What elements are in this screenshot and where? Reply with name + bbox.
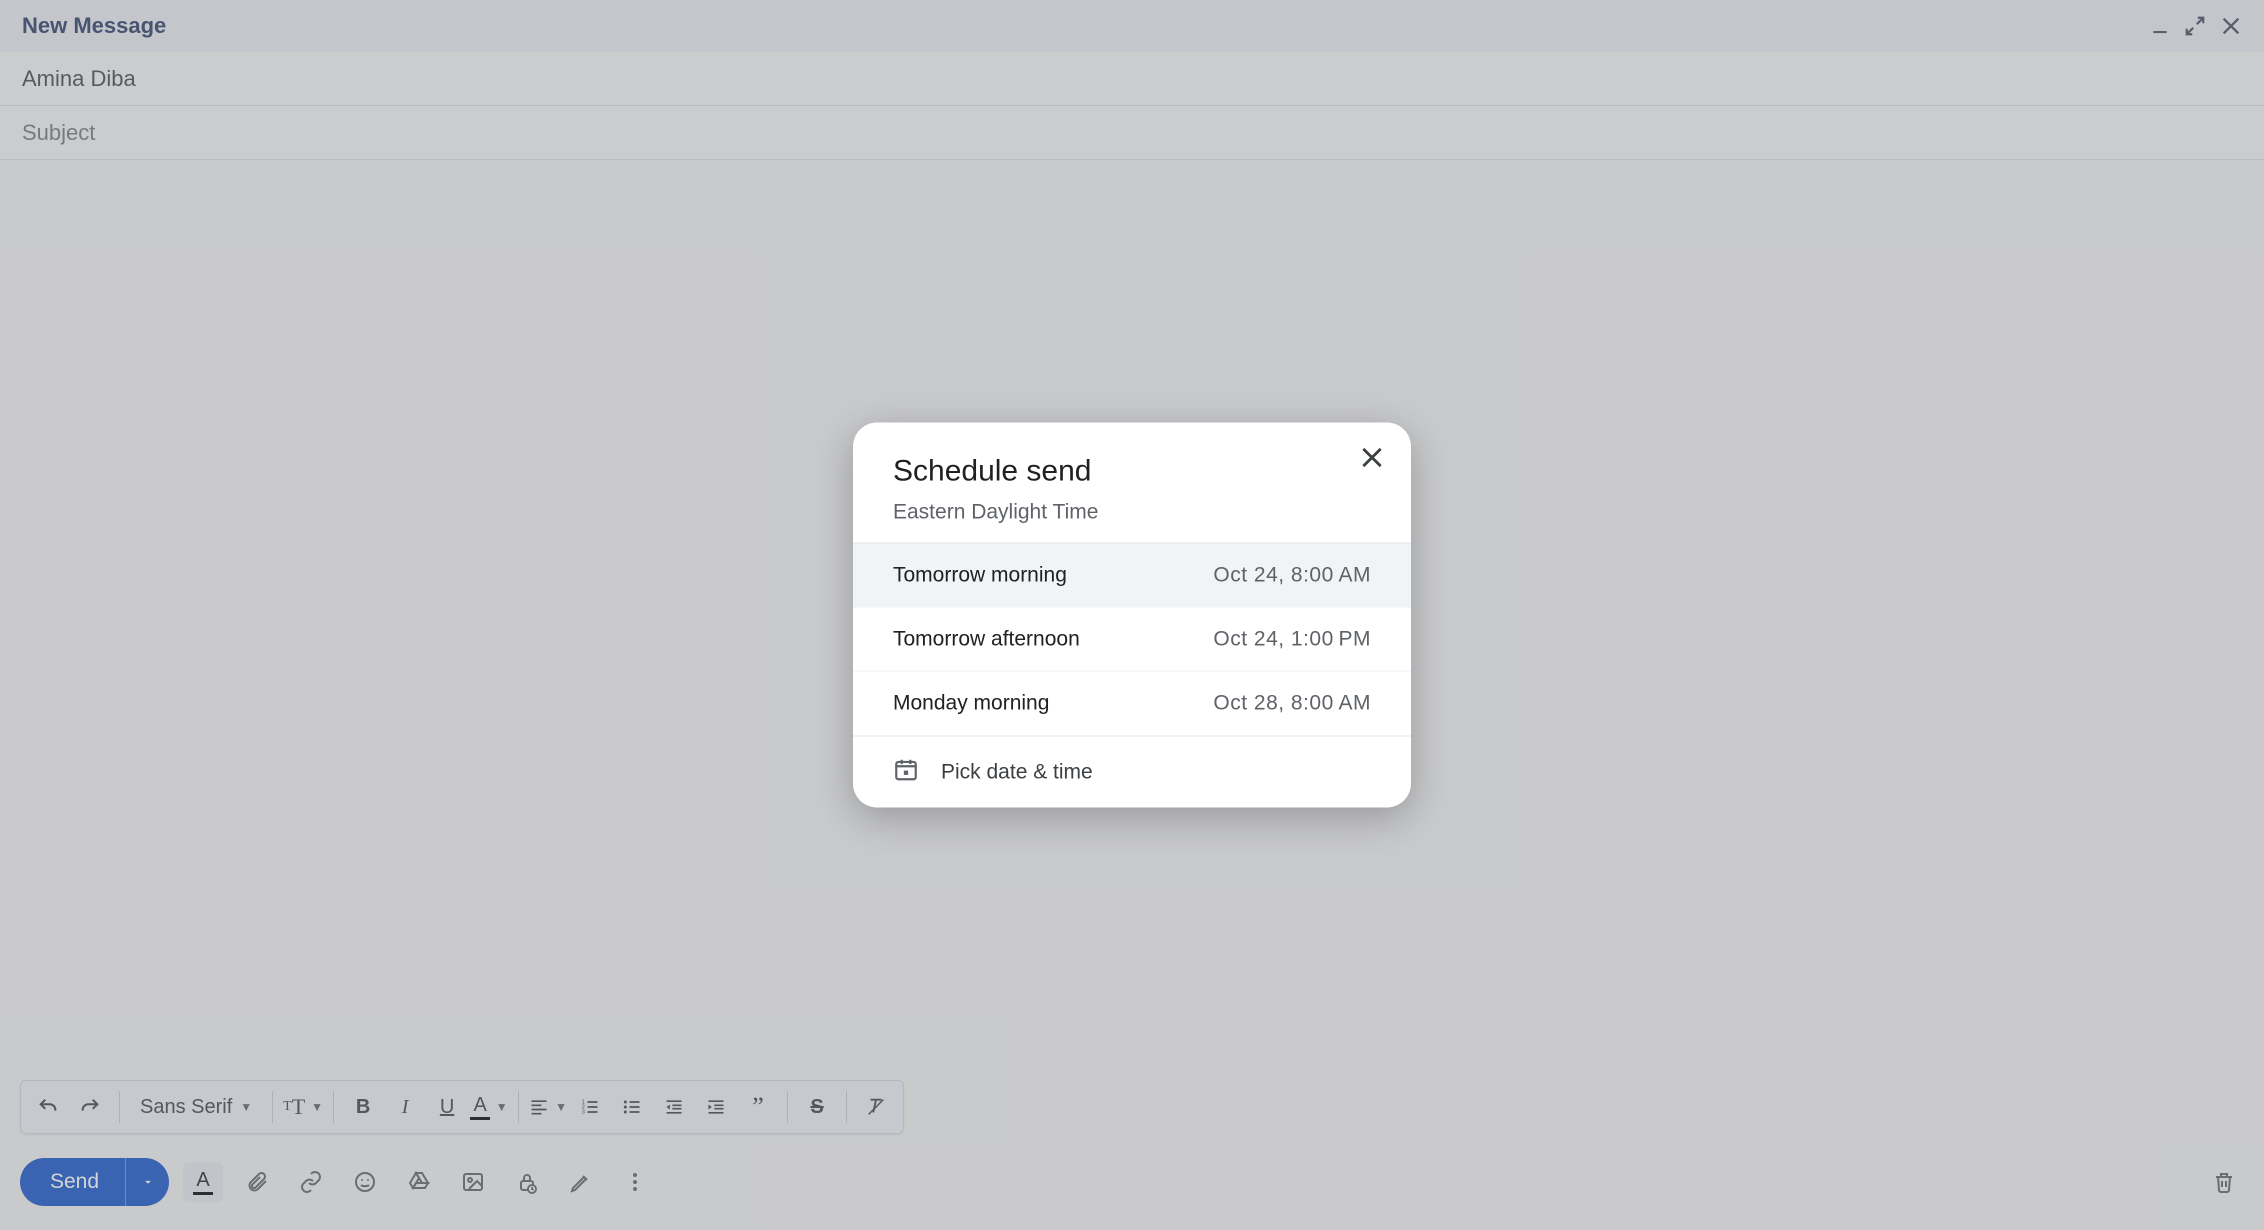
dialog-timezone: Eastern Daylight Time: [893, 501, 1371, 525]
dialog-header: Schedule send Eastern Daylight Time: [853, 423, 1411, 543]
schedule-option-label: Tomorrow morning: [893, 563, 1067, 587]
schedule-options: Tomorrow morning Oct 24, 8:00 AM Tomorro…: [853, 543, 1411, 736]
dialog-title: Schedule send: [893, 455, 1371, 489]
schedule-option[interactable]: Tomorrow afternoon Oct 24, 1:00 PM: [853, 608, 1411, 672]
schedule-send-dialog: Schedule send Eastern Daylight Time Tomo…: [853, 423, 1411, 808]
schedule-option-time: Oct 28, 8:00 AM: [1213, 692, 1371, 716]
schedule-option[interactable]: Monday morning Oct 28, 8:00 AM: [853, 672, 1411, 736]
schedule-option-label: Tomorrow afternoon: [893, 627, 1080, 651]
schedule-option-time: Oct 24, 1:00 PM: [1213, 627, 1371, 651]
pick-date-time-label: Pick date & time: [941, 760, 1093, 784]
pick-date-time-button[interactable]: Pick date & time: [853, 736, 1411, 808]
calendar-icon: [893, 756, 919, 788]
schedule-option[interactable]: Tomorrow morning Oct 24, 8:00 AM: [853, 544, 1411, 608]
dialog-close-button[interactable]: [1359, 445, 1385, 476]
schedule-option-time: Oct 24, 8:00 AM: [1213, 563, 1371, 587]
schedule-option-label: Monday morning: [893, 692, 1049, 716]
